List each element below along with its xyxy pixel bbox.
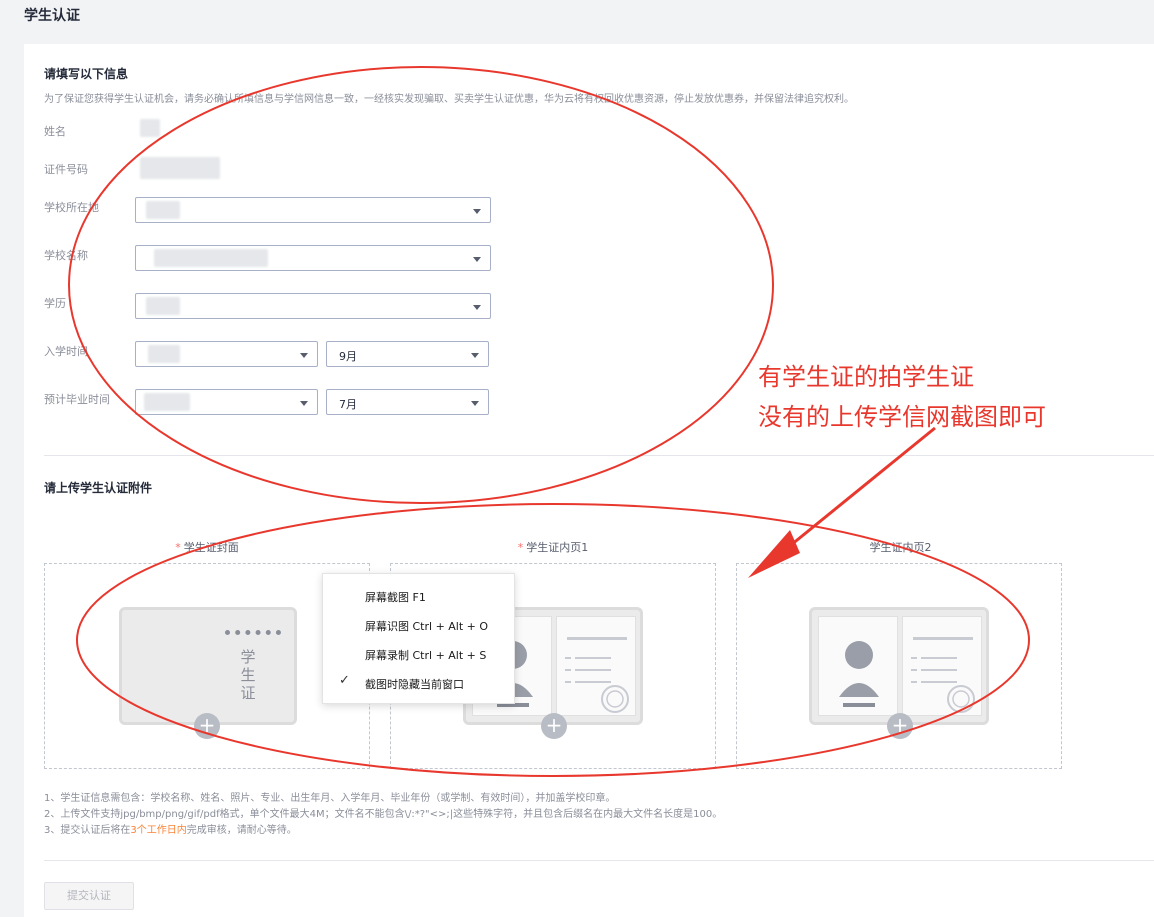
upload-section-title: 请上传学生认证附件 — [44, 481, 153, 495]
card-photo-panel — [818, 616, 898, 716]
menu-item-screen-record[interactable]: 屏幕录制 Ctrl + Alt + S — [365, 647, 486, 663]
tip-line-1: 1、学生证信息需包含：学校名称、姓名、照片、专业、出生年月、入学年月、毕业年份（… — [44, 793, 616, 804]
enroll-month-value: 9月 — [339, 350, 357, 363]
chevron-down-icon — [471, 401, 479, 406]
graduate-time-label: 预计毕业时间 — [44, 393, 110, 406]
graduate-year-select[interactable] — [135, 389, 318, 415]
education-select[interactable] — [135, 293, 491, 319]
card-info-panel — [556, 616, 636, 716]
id-number-redacted — [140, 157, 220, 179]
annotation-line-2: 没有的上传学信网截图即可 — [758, 403, 1046, 431]
enroll-year-select[interactable] — [135, 341, 318, 367]
education-redacted — [146, 297, 180, 315]
school-name-select[interactable] — [135, 245, 491, 271]
graduate-month-select[interactable]: 7月 — [326, 389, 489, 415]
chevron-down-icon — [300, 353, 308, 358]
annotation-line-1: 有学生证的拍学生证 — [758, 363, 974, 391]
add-icon[interactable]: + — [887, 713, 913, 739]
tip-line-2: 2、上传文件支持jpg/bmp/png/gif/pdf格式，单个文件最大4M；文… — [44, 809, 723, 820]
add-icon[interactable]: + — [194, 713, 220, 739]
school-location-redacted — [146, 201, 180, 219]
school-location-select[interactable] — [135, 197, 491, 223]
avatar-icon — [839, 641, 879, 707]
school-name-label: 学校名称 — [44, 249, 88, 262]
school-name-redacted — [154, 249, 268, 267]
chevron-down-icon — [471, 353, 479, 358]
add-icon[interactable]: + — [541, 713, 567, 739]
notice-text: 为了保证您获得学生认证机会，请务必确认所填信息与学信网信息一致，一经核实发现骗取… — [44, 94, 854, 105]
submit-button[interactable]: 提交认证 — [44, 882, 134, 910]
school-location-label: 学校所在地 — [44, 201, 99, 214]
menu-item-hide-window[interactable]: 截图时隐藏当前窗口 — [365, 676, 464, 692]
info-section-title: 请填写以下信息 — [44, 67, 129, 81]
enroll-month-select[interactable]: 9月 — [326, 341, 489, 367]
student-card-cover-illustration: 学生证 — [119, 607, 297, 725]
menu-item-screenshot[interactable]: 屏幕截图 F1 — [365, 589, 426, 605]
chevron-down-icon — [473, 257, 481, 262]
info-lines-icon — [565, 637, 629, 713]
graduate-year-redacted — [144, 393, 190, 411]
student-card-cover-text: 学生证 — [240, 648, 256, 702]
graduate-month-value: 7月 — [339, 398, 357, 411]
tip-line-3: 3、提交认证后将在3个工作日内完成审核，请耐心等待。 — [44, 825, 297, 836]
id-number-label: 证件号码 — [44, 163, 88, 176]
section-divider — [44, 455, 1154, 456]
upload-label-cover: * 学生证封面 — [175, 541, 239, 554]
education-label: 学历 — [44, 297, 66, 310]
name-label: 姓名 — [44, 125, 66, 138]
menu-item-image-recognition[interactable]: 屏幕识图 Ctrl + Alt + O — [365, 618, 488, 634]
upload-label-page2: 学生证内页2 — [869, 541, 932, 554]
cover-dots — [225, 630, 281, 636]
checkmark-icon: ✓ — [339, 673, 350, 688]
card-info-panel — [902, 616, 982, 716]
enroll-year-redacted — [148, 345, 180, 363]
info-lines-icon — [911, 637, 975, 713]
screenshot-context-menu: 屏幕截图 F1 屏幕识图 Ctrl + Alt + O 屏幕录制 Ctrl + … — [322, 573, 515, 704]
chevron-down-icon — [473, 209, 481, 214]
chevron-down-icon — [473, 305, 481, 310]
page-title: 学生认证 — [24, 8, 80, 24]
enroll-time-label: 入学时间 — [44, 345, 88, 358]
name-value-redacted — [140, 119, 160, 137]
upload-box-page2[interactable]: + — [736, 563, 1062, 769]
chevron-down-icon — [300, 401, 308, 406]
upload-label-page1: * 学生证内页1 — [517, 541, 589, 554]
student-card-inner-illustration — [809, 607, 989, 725]
bottom-divider — [44, 860, 1154, 861]
